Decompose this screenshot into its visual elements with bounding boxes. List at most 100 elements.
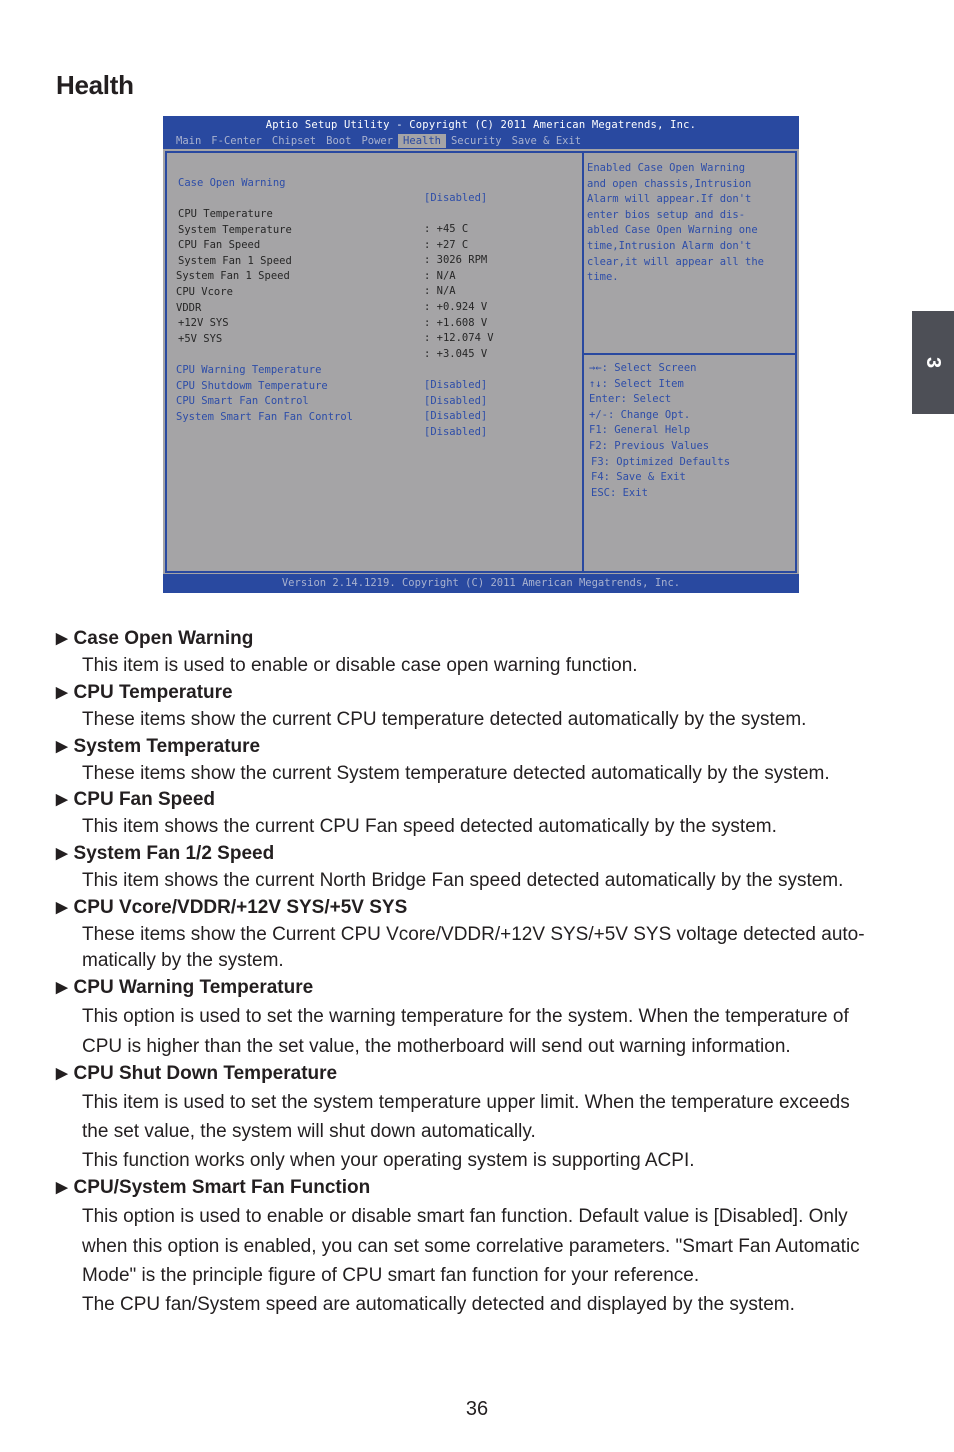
bios-header: Aptio Setup Utility - Copyright (C) 2011… bbox=[163, 116, 799, 149]
section-text: This option is used to enable or disable… bbox=[82, 1206, 848, 1227]
bios-item-vddr: VDDR : +1.608 V bbox=[176, 286, 576, 329]
heading-text: CPU Vcore/VDDR/+12V SYS/+5V SYS bbox=[73, 897, 408, 918]
section-heading: ▶ CPU Temperature bbox=[56, 682, 233, 704]
bios-divider bbox=[584, 353, 795, 355]
bios-item-cpu-shutdown-temperature[interactable]: CPU Shutdowm Temperature [Disabled] bbox=[176, 364, 576, 407]
bullet-arrow-icon: ▶ bbox=[56, 845, 68, 862]
heading-text: CPU Shut Down Temperature bbox=[73, 1063, 338, 1084]
help-line: abled Case Open Warning one bbox=[587, 224, 758, 236]
bios-menu-bar: Main F-Center Chipset Boot Power Health … bbox=[171, 134, 586, 148]
bios-item-cpu-fan-speed: CPU Fan Speed : 3026 RPM bbox=[178, 223, 578, 266]
bullet-arrow-icon: ▶ bbox=[56, 899, 68, 916]
section-heading: ▶ CPU Vcore/VDDR/+12V SYS/+5V SYS bbox=[56, 897, 407, 919]
help-line: enter bios setup and dis- bbox=[587, 209, 746, 221]
bios-tab-chipset[interactable]: Chipset bbox=[267, 134, 321, 148]
section-text: These items show the current System temp… bbox=[82, 763, 830, 784]
section-heading: ▶ Case Open Warning bbox=[56, 628, 253, 650]
bullet-arrow-icon: ▶ bbox=[56, 1065, 68, 1082]
key-change-opt: +/-: Change Opt. bbox=[589, 409, 691, 421]
page-title: Health bbox=[56, 70, 134, 100]
bios-tab-boot[interactable]: Boot bbox=[321, 134, 356, 148]
bios-tab-security[interactable]: Security bbox=[446, 134, 507, 148]
section-text: This option is used to set the warning t… bbox=[82, 1006, 849, 1027]
section-heading: ▶ System Fan 1/2 Speed bbox=[56, 843, 274, 865]
key-esc-exit: ESC: Exit bbox=[591, 487, 648, 499]
bios-tab-main[interactable]: Main bbox=[171, 134, 206, 148]
help-line: Alarm will appear.If don't bbox=[587, 193, 752, 205]
bios-item-system-temperature: System Temperature : +27 C bbox=[178, 208, 578, 251]
bios-item-cpu-smart-fan-control[interactable]: CPU Smart Fan Control [Disabled] bbox=[176, 379, 576, 422]
bullet-arrow-icon: ▶ bbox=[56, 738, 68, 755]
bios-item-system-smart-fan-control[interactable]: System Smart Fan Fan Control [Disabled] bbox=[176, 395, 576, 438]
section-text: These items show the Current CPU Vcore/V… bbox=[82, 924, 865, 945]
section-text: matically by the system. bbox=[82, 950, 284, 971]
heading-text: CPU/System Smart Fan Function bbox=[73, 1177, 371, 1198]
item-label: System Smart Fan Fan Control bbox=[176, 411, 354, 423]
section-text: This item is used to enable or disable c… bbox=[82, 655, 638, 676]
key-save-exit: F4: Save & Exit bbox=[591, 471, 686, 483]
bios-item-cpu-warning-temperature[interactable]: CPU Warning Temperature [Disabled] bbox=[176, 348, 576, 391]
section-heading: ▶ CPU Shut Down Temperature bbox=[56, 1063, 337, 1085]
bullet-arrow-icon: ▶ bbox=[56, 684, 68, 701]
key-select-screen: →←: Select Screen bbox=[589, 362, 697, 374]
bios-tab-health[interactable]: Health bbox=[398, 134, 446, 148]
heading-text: System Temperature bbox=[73, 736, 261, 757]
bios-tab-power[interactable]: Power bbox=[356, 134, 398, 148]
heading-text: System Fan 1/2 Speed bbox=[73, 843, 275, 864]
item-value: [Disabled] bbox=[424, 410, 488, 422]
item-label: Case Open Warning bbox=[178, 177, 286, 189]
section-heading: ▶ CPU Fan Speed bbox=[56, 789, 215, 811]
chapter-tab: 3 bbox=[912, 311, 954, 414]
section-text: These items show the current CPU tempera… bbox=[82, 709, 807, 730]
bullet-arrow-icon: ▶ bbox=[56, 1179, 68, 1196]
page-number: 36 bbox=[465, 1398, 489, 1420]
section-text: Mode" is the principle figure of CPU sma… bbox=[82, 1265, 700, 1286]
bios-tab-save-exit[interactable]: Save & Exit bbox=[507, 134, 587, 148]
key-select-item: ↑↓: Select Item bbox=[589, 378, 684, 390]
item-label: +5V SYS bbox=[178, 333, 223, 345]
key-general-help: F1: General Help bbox=[589, 424, 691, 436]
bios-divider bbox=[582, 153, 584, 571]
heading-text: Case Open Warning bbox=[73, 628, 254, 649]
bios-item-12v-sys: +12V SYS : +12.074 V bbox=[178, 301, 578, 344]
help-line: time. bbox=[587, 271, 619, 283]
bios-screenshot: Aptio Setup Utility - Copyright (C) 2011… bbox=[163, 116, 799, 593]
section-text: CPU is higher than the set value, the mo… bbox=[82, 1036, 791, 1057]
section-heading: ▶ CPU/System Smart Fan Function bbox=[56, 1177, 370, 1199]
heading-text: CPU Temperature bbox=[73, 682, 233, 703]
bullet-arrow-icon: ▶ bbox=[56, 979, 68, 996]
bios-item-system-fan-1-speed: System Fan 1 Speed : N/A bbox=[178, 239, 578, 282]
bios-frame: Case Open Warning [Disabled] CPU Tempera… bbox=[165, 151, 797, 573]
section-heading: ▶ System Temperature bbox=[56, 736, 260, 758]
bios-footer: Version 2.14.1219. Copyright (C) 2011 Am… bbox=[163, 574, 799, 593]
item-value: [Disabled] bbox=[424, 426, 488, 438]
section-text: This item shows the current North Bridge… bbox=[82, 870, 844, 891]
bullet-arrow-icon: ▶ bbox=[56, 791, 68, 808]
heading-text: CPU Fan Speed bbox=[73, 789, 216, 810]
bios-item-case-open-warning[interactable]: Case Open Warning [Disabled] bbox=[178, 161, 578, 204]
section-text: the set value, the system will shut down… bbox=[82, 1121, 536, 1142]
key-enter-select: Enter: Select bbox=[589, 393, 672, 405]
help-line: Enabled Case Open Warning bbox=[587, 162, 746, 174]
heading-text: CPU Warning Temperature bbox=[73, 977, 314, 998]
bios-title: Aptio Setup Utility - Copyright (C) 2011… bbox=[265, 119, 697, 131]
bios-item-system-fan-2-speed: System Fan 1 Speed : N/A bbox=[176, 254, 576, 297]
key-previous-values: F2: Previous Values bbox=[589, 440, 710, 452]
section-heading: ▶ CPU Warning Temperature bbox=[56, 977, 313, 999]
bios-item-cpu-temperature: CPU Temperature : +45 C bbox=[178, 192, 578, 235]
bios-tab-f-center[interactable]: F-Center bbox=[206, 134, 267, 148]
section-text: This function works only when your opera… bbox=[82, 1150, 695, 1171]
section-text: This item is used to set the system temp… bbox=[82, 1092, 850, 1113]
section-text: The CPU fan/System speed are automatical… bbox=[82, 1294, 795, 1315]
section-text: when this option is enabled, you can set… bbox=[82, 1236, 860, 1257]
bios-item-cpu-vcore: CPU Vcore : +0.924 V bbox=[176, 270, 576, 313]
help-line: time,Intrusion Alarm don't bbox=[587, 240, 752, 252]
bullet-arrow-icon: ▶ bbox=[56, 630, 68, 647]
section-text: This item shows the current CPU Fan spee… bbox=[82, 816, 777, 837]
item-value: : +12.074 V bbox=[424, 332, 494, 344]
help-line: and open chassis,Intrusion bbox=[587, 178, 752, 190]
key-optimized-defaults: F3: Optimized Defaults bbox=[591, 456, 731, 468]
help-line: clear,it will appear all the bbox=[587, 256, 765, 268]
bios-item-5v-sys: +5V SYS : +3.045 V bbox=[178, 317, 578, 360]
chapter-number: 3 bbox=[922, 356, 945, 369]
